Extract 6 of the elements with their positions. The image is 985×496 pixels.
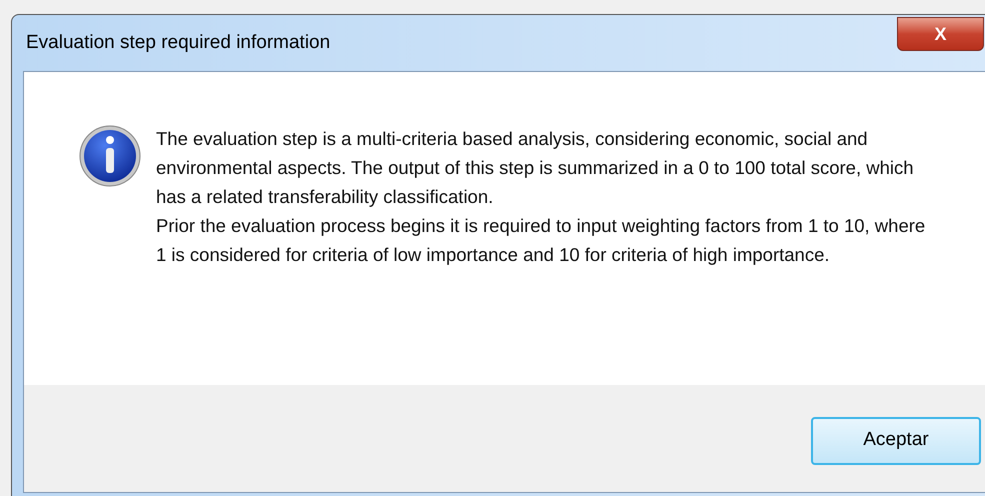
window-title: Evaluation step required information <box>26 30 330 55</box>
info-icon <box>78 124 142 188</box>
message-text: The evaluation step is a multi-criteria based analysis, considering economic, social and environmental aspects. The output of this step is summarized in a 0 to 100 total score, which has a related transferability classification. <box>156 127 915 209</box>
close-button[interactable]: X <box>897 17 984 51</box>
message-text: Prior the evaluation process begins it is required to input weighting factors from 1 to 10, where 1 is considered for criteria of low importance and 10 for criteria of high importance. <box>156 214 926 267</box>
ok-button[interactable]: Aceptar <box>811 416 981 464</box>
